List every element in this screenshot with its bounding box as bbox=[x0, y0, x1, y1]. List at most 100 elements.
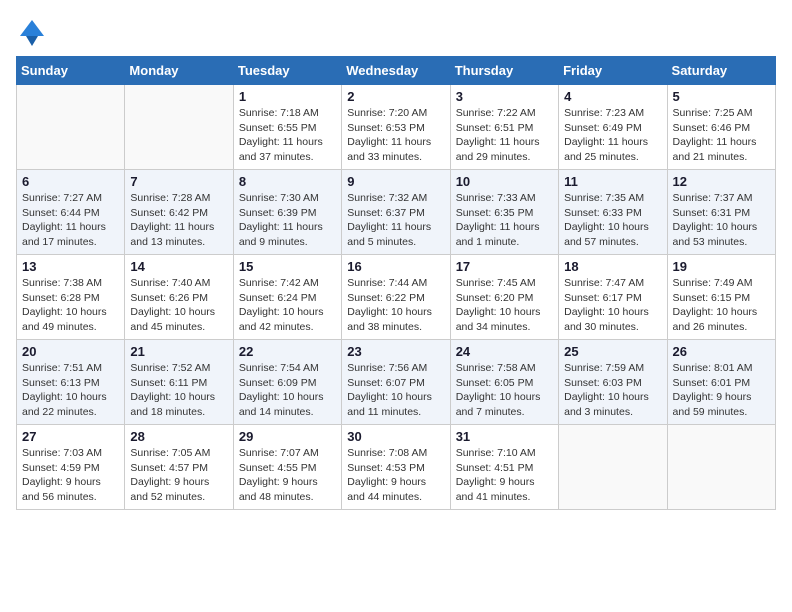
day-detail: Sunrise: 7:51 AM Sunset: 6:13 PM Dayligh… bbox=[22, 361, 119, 420]
calendar-cell: 25 Sunrise: 7:59 AM Sunset: 6:03 PM Dayli… bbox=[559, 340, 667, 425]
day-number: 28 bbox=[130, 429, 227, 444]
day-number: 2 bbox=[347, 89, 444, 104]
day-number: 16 bbox=[347, 259, 444, 274]
weekday-header-cell: Friday bbox=[559, 57, 667, 85]
calendar-cell: 15 Sunrise: 7:42 AM Sunset: 6:24 PM Dayli… bbox=[233, 255, 341, 340]
calendar-cell bbox=[667, 425, 775, 510]
day-number: 24 bbox=[456, 344, 553, 359]
day-number: 9 bbox=[347, 174, 444, 189]
day-number: 11 bbox=[564, 174, 661, 189]
day-number: 20 bbox=[22, 344, 119, 359]
day-detail: Sunrise: 7:56 AM Sunset: 6:07 PM Dayligh… bbox=[347, 361, 444, 420]
calendar-cell: 1 Sunrise: 7:18 AM Sunset: 6:55 PM Daylig… bbox=[233, 85, 341, 170]
calendar-cell: 14Sunrise: 7:40 AM Sunset: 6:26 PM Dayli… bbox=[125, 255, 233, 340]
calendar-week-row: 13 Sunrise: 7:38 AM Sunset: 6:28 PM Dayli… bbox=[17, 255, 776, 340]
calendar-cell: 21 Sunrise: 7:52 AM Sunset: 6:11 PM Dayli… bbox=[125, 340, 233, 425]
day-number: 17 bbox=[456, 259, 553, 274]
day-detail: Sunrise: 7:28 AM Sunset: 6:42 PM Dayligh… bbox=[130, 191, 227, 250]
day-detail: Sunrise: 7:52 AM Sunset: 6:11 PM Dayligh… bbox=[130, 361, 227, 420]
calendar-cell: 5 Sunrise: 7:25 AM Sunset: 6:46 PM Daylig… bbox=[667, 85, 775, 170]
day-detail: Sunrise: 7:07 AM Sunset: 4:55 PM Dayligh… bbox=[239, 446, 336, 505]
logo-icon bbox=[16, 16, 48, 48]
calendar-cell: 16 Sunrise: 7:44 AM Sunset: 6:22 PM Dayli… bbox=[342, 255, 450, 340]
calendar-cell bbox=[17, 85, 125, 170]
day-number: 6 bbox=[22, 174, 119, 189]
logo bbox=[16, 16, 52, 48]
calendar-cell: 31 Sunrise: 7:10 AM Sunset: 4:51 PM Dayli… bbox=[450, 425, 558, 510]
day-detail: Sunrise: 7:47 AM Sunset: 6:17 PM Dayligh… bbox=[564, 276, 661, 335]
day-number: 29 bbox=[239, 429, 336, 444]
calendar-cell: 30Sunrise: 7:08 AM Sunset: 4:53 PM Dayli… bbox=[342, 425, 450, 510]
calendar-cell: 24 Sunrise: 7:58 AM Sunset: 6:05 PM Dayli… bbox=[450, 340, 558, 425]
day-detail: Sunrise: 7:18 AM Sunset: 6:55 PM Dayligh… bbox=[239, 106, 336, 165]
day-detail: Sunrise: 7:35 AM Sunset: 6:33 PM Dayligh… bbox=[564, 191, 661, 250]
day-detail: Sunrise: 7:25 AM Sunset: 6:46 PM Dayligh… bbox=[673, 106, 770, 165]
weekday-header-cell: Thursday bbox=[450, 57, 558, 85]
day-detail: Sunrise: 7:45 AM Sunset: 6:20 PM Dayligh… bbox=[456, 276, 553, 335]
day-number: 30 bbox=[347, 429, 444, 444]
calendar-cell: 27 Sunrise: 7:03 AM Sunset: 4:59 PM Dayli… bbox=[17, 425, 125, 510]
day-detail: Sunrise: 7:32 AM Sunset: 6:37 PM Dayligh… bbox=[347, 191, 444, 250]
day-detail: Sunrise: 7:44 AM Sunset: 6:22 PM Dayligh… bbox=[347, 276, 444, 335]
calendar-cell: 4Sunrise: 7:23 AM Sunset: 6:49 PM Daylig… bbox=[559, 85, 667, 170]
calendar-cell: 18 Sunrise: 7:47 AM Sunset: 6:17 PM Dayli… bbox=[559, 255, 667, 340]
day-number: 19 bbox=[673, 259, 770, 274]
calendar-cell: 11 Sunrise: 7:35 AM Sunset: 6:33 PM Dayli… bbox=[559, 170, 667, 255]
day-number: 22 bbox=[239, 344, 336, 359]
day-number: 14 bbox=[130, 259, 227, 274]
day-detail: Sunrise: 7:54 AM Sunset: 6:09 PM Dayligh… bbox=[239, 361, 336, 420]
day-detail: Sunrise: 7:03 AM Sunset: 4:59 PM Dayligh… bbox=[22, 446, 119, 505]
calendar-body: 1 Sunrise: 7:18 AM Sunset: 6:55 PM Daylig… bbox=[17, 85, 776, 510]
calendar-table: SundayMondayTuesdayWednesdayThursdayFrid… bbox=[16, 56, 776, 510]
day-number: 21 bbox=[130, 344, 227, 359]
calendar-cell: 29 Sunrise: 7:07 AM Sunset: 4:55 PM Dayli… bbox=[233, 425, 341, 510]
day-detail: Sunrise: 8:01 AM Sunset: 6:01 PM Dayligh… bbox=[673, 361, 770, 420]
calendar-cell: 9 Sunrise: 7:32 AM Sunset: 6:37 PM Daylig… bbox=[342, 170, 450, 255]
day-detail: Sunrise: 7:59 AM Sunset: 6:03 PM Dayligh… bbox=[564, 361, 661, 420]
day-detail: Sunrise: 7:37 AM Sunset: 6:31 PM Dayligh… bbox=[673, 191, 770, 250]
weekday-header-cell: Tuesday bbox=[233, 57, 341, 85]
calendar-cell: 13 Sunrise: 7:38 AM Sunset: 6:28 PM Dayli… bbox=[17, 255, 125, 340]
calendar-cell: 10Sunrise: 7:33 AM Sunset: 6:35 PM Dayli… bbox=[450, 170, 558, 255]
weekday-header-cell: Wednesday bbox=[342, 57, 450, 85]
calendar-cell: 12 Sunrise: 7:37 AM Sunset: 6:31 PM Dayli… bbox=[667, 170, 775, 255]
day-number: 5 bbox=[673, 89, 770, 104]
calendar-cell: 19Sunrise: 7:49 AM Sunset: 6:15 PM Dayli… bbox=[667, 255, 775, 340]
calendar-cell bbox=[125, 85, 233, 170]
calendar-week-row: 20 Sunrise: 7:51 AM Sunset: 6:13 PM Dayli… bbox=[17, 340, 776, 425]
day-number: 23 bbox=[347, 344, 444, 359]
day-number: 25 bbox=[564, 344, 661, 359]
header bbox=[16, 16, 776, 48]
day-number: 27 bbox=[22, 429, 119, 444]
day-number: 18 bbox=[564, 259, 661, 274]
day-detail: Sunrise: 7:42 AM Sunset: 6:24 PM Dayligh… bbox=[239, 276, 336, 335]
weekday-header-cell: Monday bbox=[125, 57, 233, 85]
calendar-cell: 2Sunrise: 7:20 AM Sunset: 6:53 PM Daylig… bbox=[342, 85, 450, 170]
day-number: 15 bbox=[239, 259, 336, 274]
day-number: 12 bbox=[673, 174, 770, 189]
weekday-header-cell: Saturday bbox=[667, 57, 775, 85]
calendar-cell: 20 Sunrise: 7:51 AM Sunset: 6:13 PM Dayli… bbox=[17, 340, 125, 425]
day-detail: Sunrise: 7:27 AM Sunset: 6:44 PM Dayligh… bbox=[22, 191, 119, 250]
day-number: 1 bbox=[239, 89, 336, 104]
day-detail: Sunrise: 7:10 AM Sunset: 4:51 PM Dayligh… bbox=[456, 446, 553, 505]
calendar-cell bbox=[559, 425, 667, 510]
calendar-cell: 22 Sunrise: 7:54 AM Sunset: 6:09 PM Dayli… bbox=[233, 340, 341, 425]
day-detail: Sunrise: 7:05 AM Sunset: 4:57 PM Dayligh… bbox=[130, 446, 227, 505]
day-number: 31 bbox=[456, 429, 553, 444]
day-number: 13 bbox=[22, 259, 119, 274]
calendar-cell: 17 Sunrise: 7:45 AM Sunset: 6:20 PM Dayli… bbox=[450, 255, 558, 340]
day-detail: Sunrise: 7:58 AM Sunset: 6:05 PM Dayligh… bbox=[456, 361, 553, 420]
weekday-header-cell: Sunday bbox=[17, 57, 125, 85]
calendar-cell: 3Sunrise: 7:22 AM Sunset: 6:51 PM Daylig… bbox=[450, 85, 558, 170]
calendar-cell: 23 Sunrise: 7:56 AM Sunset: 6:07 PM Dayli… bbox=[342, 340, 450, 425]
calendar-week-row: 1 Sunrise: 7:18 AM Sunset: 6:55 PM Daylig… bbox=[17, 85, 776, 170]
day-detail: Sunrise: 7:38 AM Sunset: 6:28 PM Dayligh… bbox=[22, 276, 119, 335]
calendar-cell: 28 Sunrise: 7:05 AM Sunset: 4:57 PM Dayli… bbox=[125, 425, 233, 510]
day-number: 7 bbox=[130, 174, 227, 189]
day-number: 4 bbox=[564, 89, 661, 104]
calendar-week-row: 27 Sunrise: 7:03 AM Sunset: 4:59 PM Dayli… bbox=[17, 425, 776, 510]
day-number: 8 bbox=[239, 174, 336, 189]
calendar-week-row: 6 Sunrise: 7:27 AM Sunset: 6:44 PM Daylig… bbox=[17, 170, 776, 255]
day-detail: Sunrise: 7:22 AM Sunset: 6:51 PM Dayligh… bbox=[456, 106, 553, 165]
